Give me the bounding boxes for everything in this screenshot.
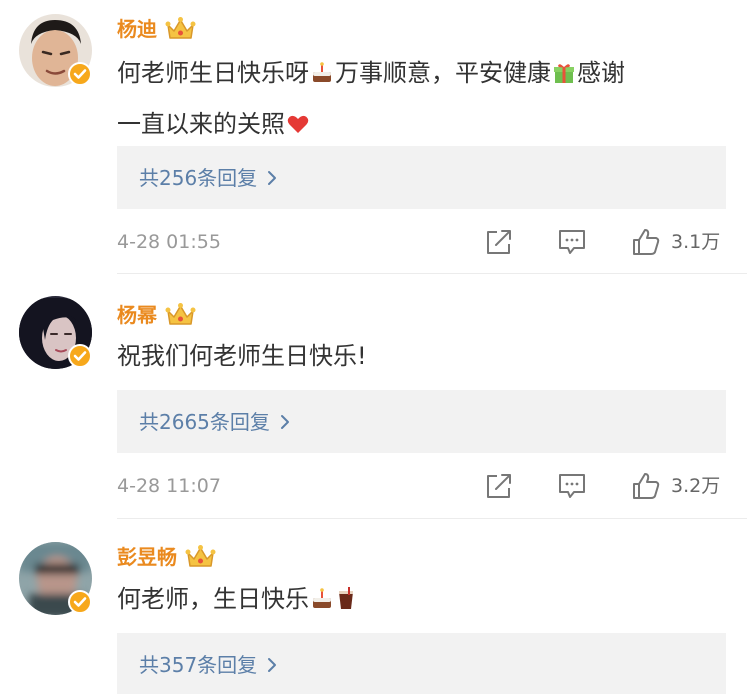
like-count: 3.1万 <box>671 230 721 253</box>
like-icon <box>633 229 660 255</box>
share-icon <box>487 474 511 498</box>
cake-emoji <box>310 580 334 627</box>
share-icon <box>487 230 511 254</box>
comment-icon <box>559 474 585 498</box>
share-button[interactable] <box>484 226 514 258</box>
verified-icon <box>68 62 92 86</box>
chevron-right-icon <box>268 657 277 672</box>
verified-icon <box>68 590 92 614</box>
gift-emoji <box>552 54 576 101</box>
chevron-right-icon <box>280 414 289 429</box>
replies-link[interactable]: 共256条回复 <box>117 146 726 209</box>
reply-count: 共256条回复 <box>139 165 258 190</box>
heart-emoji <box>286 105 310 152</box>
like-icon <box>633 473 660 499</box>
username[interactable]: 杨幂 <box>117 300 157 330</box>
like-button[interactable]: 3.1万 <box>631 226 720 258</box>
chevron-right-icon <box>268 170 277 185</box>
reply-count: 共2665条回复 <box>139 409 270 434</box>
comment-text: 祝我们何老师生日快乐! <box>117 342 367 370</box>
replies-link[interactable]: 共2665条回复 <box>117 390 726 453</box>
share-button[interactable] <box>484 470 514 502</box>
comment-text: 何老师，生日快乐 <box>117 576 727 627</box>
verified-icon <box>68 344 92 368</box>
comment-feed: 杨迪 何老师生日快乐呀 万事顺意，平安健康 感谢 一直以来的关照 共256条回复 4… <box>0 0 747 694</box>
username[interactable]: 彭昱畅 <box>117 542 177 572</box>
timestamp: 4-28 11:07 <box>117 475 221 497</box>
comment-icon <box>559 230 585 254</box>
drink-emoji <box>336 580 356 627</box>
reply-count: 共357条回复 <box>139 652 258 677</box>
comment-text: 何老师生日快乐呀 万事顺意，平安健康 感谢 一直以来的关照 <box>117 50 727 152</box>
crown-icon <box>165 16 196 39</box>
divider <box>117 518 747 519</box>
replies-link[interactable]: 共357条回复 <box>117 633 726 694</box>
timestamp: 4-28 01:55 <box>117 231 221 253</box>
comment-button[interactable] <box>557 226 587 258</box>
crown-icon <box>165 302 196 325</box>
username[interactable]: 杨迪 <box>117 14 157 44</box>
crown-icon <box>185 544 216 567</box>
like-count: 3.2万 <box>671 474 721 497</box>
divider <box>117 273 747 274</box>
cake-emoji <box>310 54 334 101</box>
comment-button[interactable] <box>557 470 587 502</box>
like-button[interactable]: 3.2万 <box>631 470 720 502</box>
